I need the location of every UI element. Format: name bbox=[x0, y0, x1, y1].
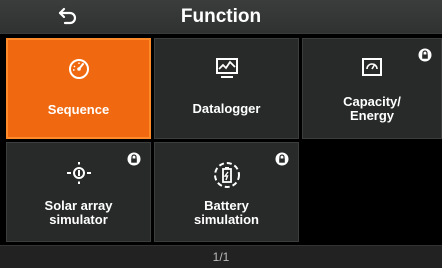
back-button[interactable] bbox=[52, 4, 84, 29]
tile-capacity-energy[interactable]: Capacity/ Energy bbox=[302, 38, 442, 139]
header-bar: Function bbox=[0, 0, 442, 34]
monitor-chart-icon bbox=[215, 57, 239, 84]
tile-label: Battery simulation bbox=[155, 199, 298, 227]
lock-icon bbox=[275, 152, 289, 171]
lock-icon bbox=[418, 48, 432, 67]
tile-label: Solar array simulator bbox=[7, 199, 150, 227]
sun-icon bbox=[66, 161, 92, 190]
tile-label: Datalogger bbox=[192, 101, 261, 116]
tile-label-text: Battery simulation bbox=[193, 198, 259, 227]
tile-label: Capacity/ Energy bbox=[303, 95, 441, 123]
tile-label-text: Solar array simulator bbox=[44, 198, 113, 227]
back-arrow-icon bbox=[58, 7, 77, 25]
battery-icon bbox=[213, 161, 241, 194]
tile-datalogger[interactable]: Datalogger bbox=[154, 38, 299, 139]
tile-battery-simulation[interactable]: Battery simulation bbox=[154, 142, 299, 242]
footer-bar: 1/1 bbox=[0, 245, 442, 268]
tile-label: Sequence bbox=[47, 102, 110, 117]
speedometer-icon bbox=[68, 58, 90, 85]
tile-sequence[interactable]: Sequence bbox=[6, 38, 151, 139]
page-indicator: 1/1 bbox=[212, 250, 230, 264]
tile-solar-array-simulator[interactable]: Solar array simulator bbox=[6, 142, 151, 242]
lock-icon bbox=[127, 152, 141, 171]
gauge-meter-icon bbox=[361, 57, 383, 82]
tile-label-text: Capacity/ Energy bbox=[343, 94, 401, 123]
